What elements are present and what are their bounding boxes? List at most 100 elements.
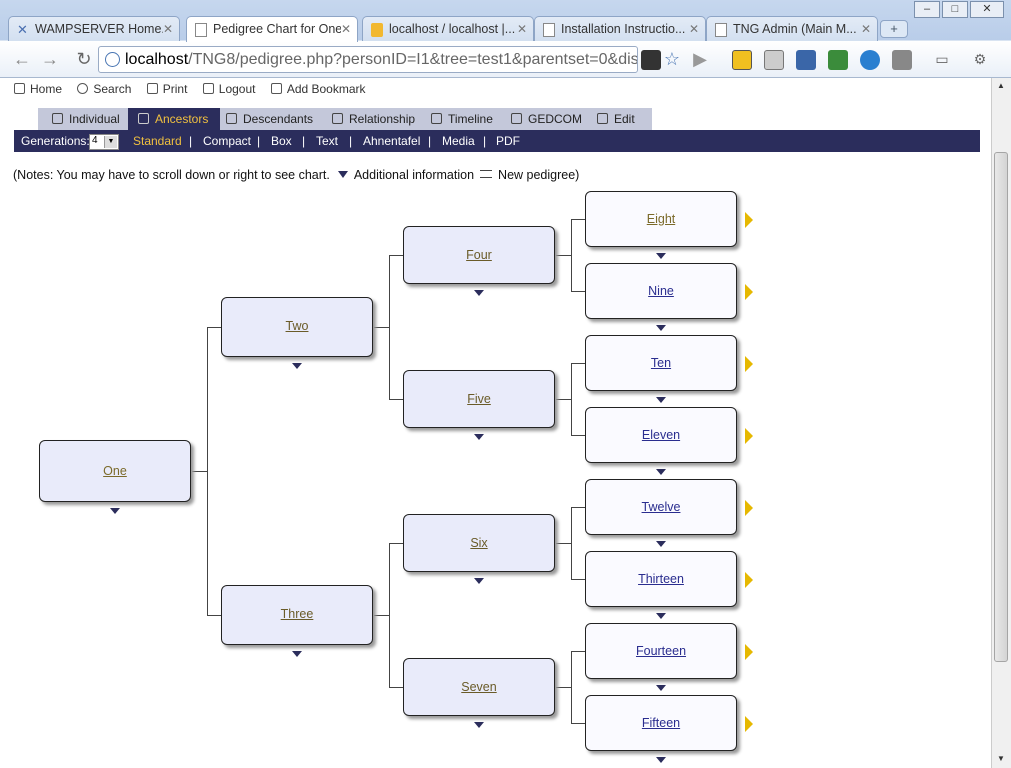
connector-line	[571, 723, 585, 724]
person-info-arrow-icon[interactable]	[292, 651, 302, 657]
more-generations-arrow-icon[interactable]	[745, 428, 753, 444]
person-box-one[interactable]: One	[39, 440, 191, 502]
connector-line	[207, 327, 221, 328]
connector-line	[571, 219, 585, 220]
address-bar[interactable]: localhost/TNG8/pedigree.php?personID=I1&…	[98, 46, 638, 73]
connector-line	[556, 399, 572, 400]
person-name-link[interactable]: Eleven	[642, 428, 680, 442]
person-info-arrow-icon[interactable]	[474, 434, 484, 440]
close-window-button[interactable]: ✕	[970, 1, 1004, 18]
person-name-link[interactable]: Four	[466, 248, 492, 262]
more-generations-arrow-icon[interactable]	[745, 716, 753, 732]
person-info-arrow-icon[interactable]	[656, 685, 666, 691]
person-info-arrow-icon[interactable]	[474, 722, 484, 728]
browser-tab-installation[interactable]: Installation Instructio... ✕	[534, 16, 706, 42]
close-tab-icon[interactable]: ✕	[163, 22, 173, 36]
person-box-fifteen[interactable]: Fifteen	[585, 695, 737, 751]
person-info-arrow-icon[interactable]	[110, 508, 120, 514]
person-name-link[interactable]: Three	[281, 607, 314, 621]
person-box-six[interactable]: Six	[403, 514, 555, 572]
person-box-ten[interactable]: Ten	[585, 335, 737, 391]
close-tab-icon[interactable]: ✕	[341, 22, 351, 36]
connector-line	[571, 363, 585, 364]
close-tab-icon[interactable]: ✕	[861, 22, 871, 36]
person-name-link[interactable]: Fifteen	[642, 716, 680, 730]
person-box-eight[interactable]: Eight	[585, 191, 737, 247]
person-name-link[interactable]: Seven	[461, 680, 496, 694]
person-name-link[interactable]: One	[103, 464, 127, 478]
scroll-down-icon[interactable]: ▼	[997, 754, 1005, 763]
person-info-arrow-icon[interactable]	[656, 541, 666, 547]
browser-tab-phpmyadmin[interactable]: localhost / localhost |... ✕	[362, 16, 534, 42]
web-developer-icon[interactable]	[892, 50, 912, 70]
person-info-arrow-icon[interactable]	[656, 613, 666, 619]
person-box-fourteen[interactable]: Fourteen	[585, 623, 737, 679]
person-info-arrow-icon[interactable]	[656, 325, 666, 331]
more-generations-arrow-icon[interactable]	[745, 572, 753, 588]
person-info-arrow-icon[interactable]	[656, 253, 666, 259]
star-icon[interactable]: ☆	[660, 48, 684, 70]
person-info-arrow-icon[interactable]	[292, 363, 302, 369]
person-box-nine[interactable]: Nine	[585, 263, 737, 319]
person-info-arrow-icon[interactable]	[656, 757, 666, 763]
reload-icon[interactable]: ↻	[72, 48, 96, 70]
person-name-link[interactable]: Eight	[647, 212, 676, 226]
maximize-button[interactable]: □	[942, 1, 968, 18]
extension-icon[interactable]	[641, 50, 661, 70]
scroll-up-icon[interactable]: ▲	[997, 81, 1005, 90]
more-generations-arrow-icon[interactable]	[745, 644, 753, 660]
close-tab-icon[interactable]: ✕	[689, 22, 699, 36]
green-extension-icon[interactable]	[828, 50, 848, 70]
vertical-scrollbar[interactable]: ▲ ▼	[991, 78, 1011, 768]
close-tab-icon[interactable]: ✕	[517, 22, 527, 36]
ie-tab-icon[interactable]	[860, 50, 880, 70]
person-box-twelve[interactable]: Twelve	[585, 479, 737, 535]
scrollbar-thumb[interactable]	[994, 152, 1008, 662]
browser-tab-label: TNG Admin (Main M...	[733, 22, 857, 36]
person-name-link[interactable]: Five	[467, 392, 491, 406]
person-info-arrow-icon[interactable]	[474, 290, 484, 296]
browser-tab-tng-admin[interactable]: TNG Admin (Main M... ✕	[706, 16, 878, 42]
minimize-button[interactable]: –	[914, 1, 940, 18]
window-extension-icon[interactable]	[796, 50, 816, 70]
person-name-link[interactable]: Thirteen	[638, 572, 684, 586]
connector-line	[571, 579, 585, 580]
more-generations-arrow-icon[interactable]	[745, 212, 753, 228]
page-icon	[195, 23, 207, 37]
person-info-arrow-icon[interactable]	[656, 397, 666, 403]
person-box-thirteen[interactable]: Thirteen	[585, 551, 737, 607]
person-name-link[interactable]: Fourteen	[636, 644, 686, 658]
person-name-link[interactable]: Six	[470, 536, 487, 550]
back-icon[interactable]: ←	[10, 48, 34, 70]
person-name-link[interactable]: Nine	[648, 284, 674, 298]
tab-strip: ✕ WAMPSERVER Home... ✕ Pedigree Chart fo…	[0, 0, 1011, 42]
connector-line	[556, 543, 572, 544]
person-info-arrow-icon[interactable]	[656, 469, 666, 475]
person-box-three[interactable]: Three	[221, 585, 373, 645]
pilcrow-extension-icon[interactable]	[732, 50, 752, 70]
new-tab-button[interactable]: +	[880, 20, 908, 38]
person-name-link[interactable]: Two	[286, 319, 309, 333]
connector-line	[192, 471, 208, 472]
person-box-eleven[interactable]: Eleven	[585, 407, 737, 463]
person-box-two[interactable]: Two	[221, 297, 373, 357]
person-name-link[interactable]: Twelve	[642, 500, 681, 514]
browser-tab-wampserver[interactable]: ✕ WAMPSERVER Home... ✕	[8, 16, 180, 42]
person-box-five[interactable]: Five	[403, 370, 555, 428]
connector-line	[571, 507, 585, 508]
person-box-seven[interactable]: Seven	[403, 658, 555, 716]
person-box-four[interactable]: Four	[403, 226, 555, 284]
forward-icon[interactable]: →	[38, 48, 62, 70]
page-menu-icon[interactable]: ▭	[930, 48, 954, 70]
play-icon[interactable]: ▶	[688, 48, 712, 70]
connector-line	[571, 363, 572, 436]
person-name-link[interactable]: Ten	[651, 356, 671, 370]
wrench-icon[interactable]: ⚙	[968, 48, 992, 70]
resize-extension-icon[interactable]	[764, 50, 784, 70]
more-generations-arrow-icon[interactable]	[745, 284, 753, 300]
wampserver-icon: ✕	[17, 22, 28, 37]
more-generations-arrow-icon[interactable]	[745, 356, 753, 372]
more-generations-arrow-icon[interactable]	[745, 500, 753, 516]
person-info-arrow-icon[interactable]	[474, 578, 484, 584]
browser-tab-pedigree[interactable]: Pedigree Chart for One ✕	[186, 16, 358, 42]
